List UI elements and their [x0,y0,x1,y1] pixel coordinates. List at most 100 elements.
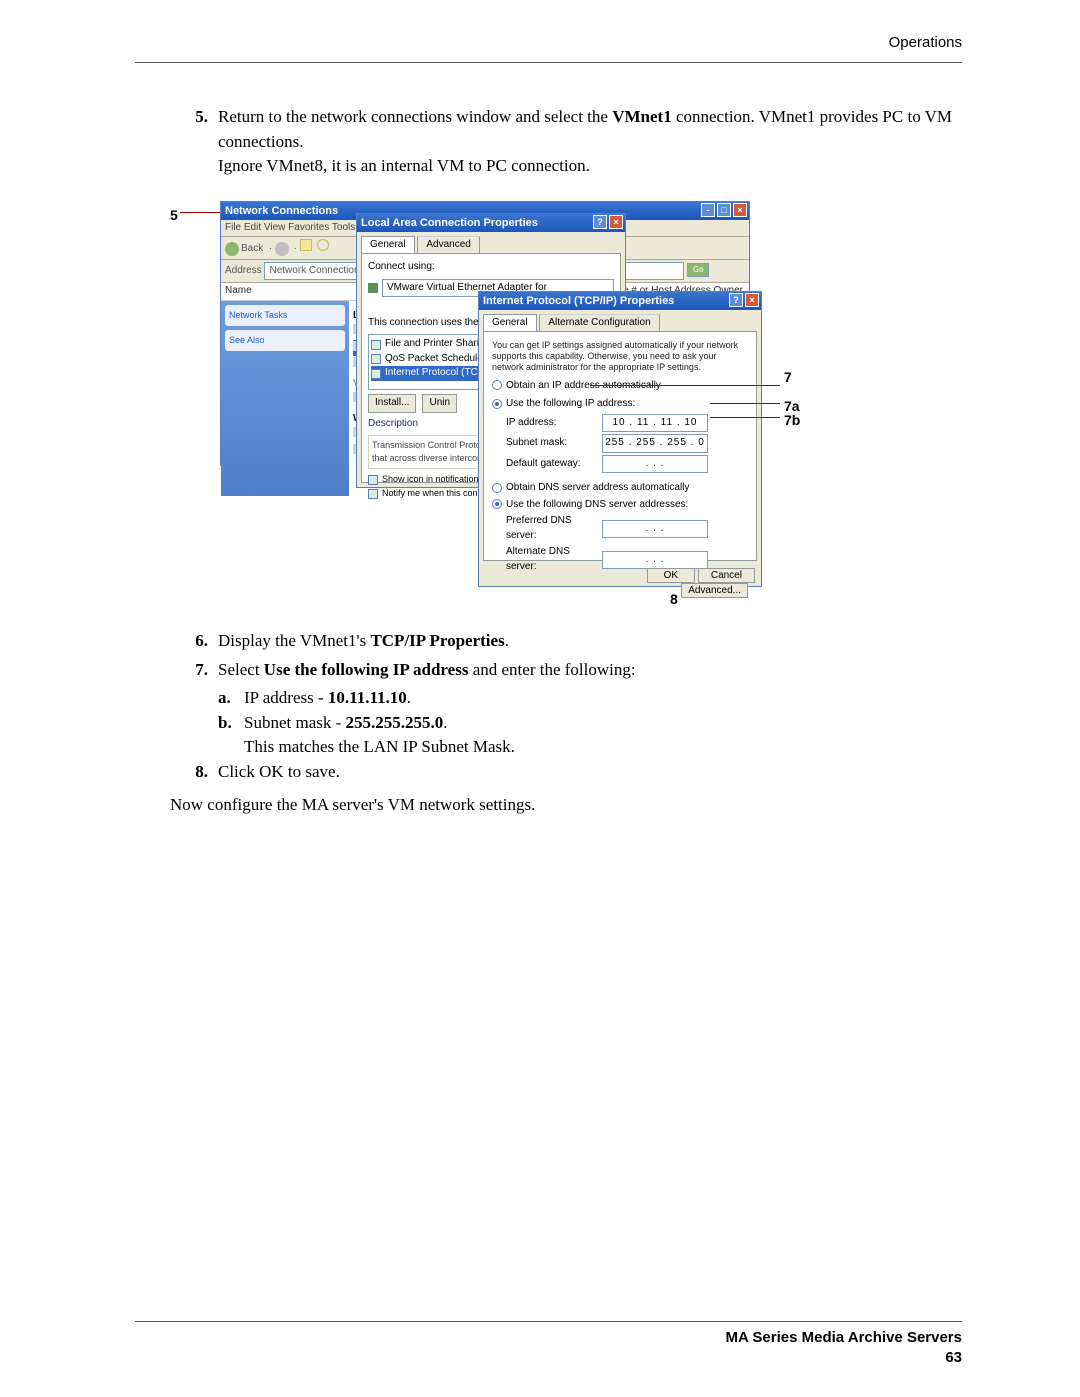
callout-7-line [590,385,780,386]
connect-using-label: Connect using: [368,260,614,275]
callout-7b-line [710,417,780,418]
radio-auto-dns[interactable] [492,483,502,493]
ip-label: IP address: [506,416,602,431]
step5-text-a: Return to the network connections window… [218,107,612,126]
alt-dns-label: Alternate DNS server: [506,545,602,574]
radio-use-ip-label: Use the following IP address: [506,398,635,409]
gateway-label: Default gateway: [506,457,602,472]
step7-c: and enter the following: [468,660,635,679]
radio-auto-ip[interactable] [492,380,502,390]
help-icon[interactable]: ? [593,215,607,229]
step7-b: Use the following IP address [264,660,469,679]
component-qos: QoS Packet Scheduler [385,352,486,367]
col-name: Name [225,284,252,299]
tab-alt-config[interactable]: Alternate Configuration [539,314,659,332]
pref-dns-input[interactable]: . . . [602,520,708,539]
ok-button[interactable]: OK [647,568,695,583]
tcp-title: Internet Protocol (TCP/IP) Properties [483,295,674,307]
callout-7a-line [710,403,780,404]
step7a-a: IP address - [244,688,328,707]
lac-title: Local Area Connection Properties [361,217,538,229]
lac-titlebar[interactable]: Local Area Connection Properties ? × [357,214,625,232]
address-label: Address [225,265,262,276]
forward-icon[interactable] [275,242,289,256]
footer-title: MA Series Media Archive Servers [725,1329,962,1346]
alt-dns-input[interactable]: . . . [602,551,708,570]
step5-text-c: Ignore VMnet8, it is an internal VM to P… [218,154,960,179]
step7-a: Select [218,660,264,679]
callout-5-line [180,212,220,213]
close-icon[interactable]: × [609,215,623,229]
step8-body: Click OK to save. [218,760,960,785]
step7b-d: This matches the LAN IP Subnet Mask. [244,735,960,760]
uninstall-button[interactable]: Unin [422,394,457,413]
header-rule [135,62,962,63]
checkbox-icon[interactable] [371,354,381,364]
content: 5. Return to the network connections win… [170,105,960,817]
back-label: Back [241,243,263,254]
gateway-input[interactable]: . . . [602,455,708,474]
cancel-button[interactable]: Cancel [698,568,755,583]
tab-advanced[interactable]: Advanced [417,236,479,254]
callout-5: 5 [170,205,178,225]
page-header: Operations [889,32,962,54]
figure: 5 Network Connections - □ × File Edit Vi… [170,199,960,599]
close-icon[interactable]: × [745,293,759,307]
checkbox-icon[interactable] [371,340,381,350]
pref-dns-label: Preferred DNS server: [506,514,602,543]
step7-num: 7. [188,658,218,683]
step7b-a: Subnet mask - [244,713,346,732]
step5-num: 5. [188,105,218,179]
tcpip-properties-window: Internet Protocol (TCP/IP) Properties ? … [478,291,762,587]
tab-general[interactable]: General [483,314,537,332]
checkbox-icon[interactable] [368,489,378,499]
mask-label: Subnet mask: [506,436,602,451]
radio-use-dns[interactable] [492,499,502,509]
nc-tasks-panel: Network Tasks See Also [221,301,349,496]
step6-a: Display the VMnet1's [218,631,370,650]
step5-vmnet1: VMnet1 [612,107,671,126]
footer-page: 63 [945,1349,962,1366]
advanced-button[interactable]: Advanced... [681,583,748,598]
radio-use-ip[interactable] [492,399,502,409]
step6-c: . [505,631,509,650]
step7a-c: . [407,688,411,707]
search-icon[interactable] [317,239,329,251]
help-icon[interactable]: ? [729,293,743,307]
ip-input[interactable]: 10 . 11 . 11 . 10 [602,414,708,433]
footer-rule [135,1321,962,1322]
step7b-c: . [443,713,447,732]
help-text: You can get IP settings assigned automat… [492,340,748,372]
minimize-icon[interactable]: - [701,203,715,217]
step7a-body: IP address - 10.11.11.10. [244,686,960,711]
close-icon[interactable]: × [733,203,747,217]
nc-title: Network Connections [225,205,338,217]
page-footer: MA Series Media Archive Servers 63 [725,1328,962,1367]
go-button[interactable]: Go [687,263,709,277]
step7-body: Select Use the following IP address and … [218,658,960,683]
maximize-icon[interactable]: □ [717,203,731,217]
closing-text: Now configure the MA server's VM network… [170,793,960,818]
step7a-b: 10.11.11.10 [328,688,407,707]
checkbox-icon[interactable] [371,369,381,379]
callout-7: 7 [784,367,792,387]
step7b-b: 255.255.255.0 [346,713,444,732]
step7b-num: b. [218,711,244,760]
up-icon[interactable] [300,239,312,251]
mask-input[interactable]: 255 . 255 . 255 . 0 [602,434,708,453]
checkbox-icon[interactable] [368,475,378,485]
callout-8: 8 [670,589,678,609]
back-icon[interactable] [225,242,239,256]
radio-use-dns-label: Use the following DNS server addresses: [506,499,688,510]
step7a-num: a. [218,686,244,711]
step6-b: TCP/IP Properties [370,631,504,650]
callout-7b: 7b [784,410,800,430]
step5-body: Return to the network connections window… [218,105,960,179]
step6-body: Display the VMnet1's TCP/IP Properties. [218,629,960,654]
tcp-titlebar[interactable]: Internet Protocol (TCP/IP) Properties ? … [479,292,761,310]
step7b-body: Subnet mask - 255.255.255.0. This matche… [244,711,960,760]
tab-general[interactable]: General [361,236,415,254]
install-button[interactable]: Install... [368,394,416,413]
radio-auto-dns-label: Obtain DNS server address automatically [506,482,689,493]
step8-num: 8. [188,760,218,785]
